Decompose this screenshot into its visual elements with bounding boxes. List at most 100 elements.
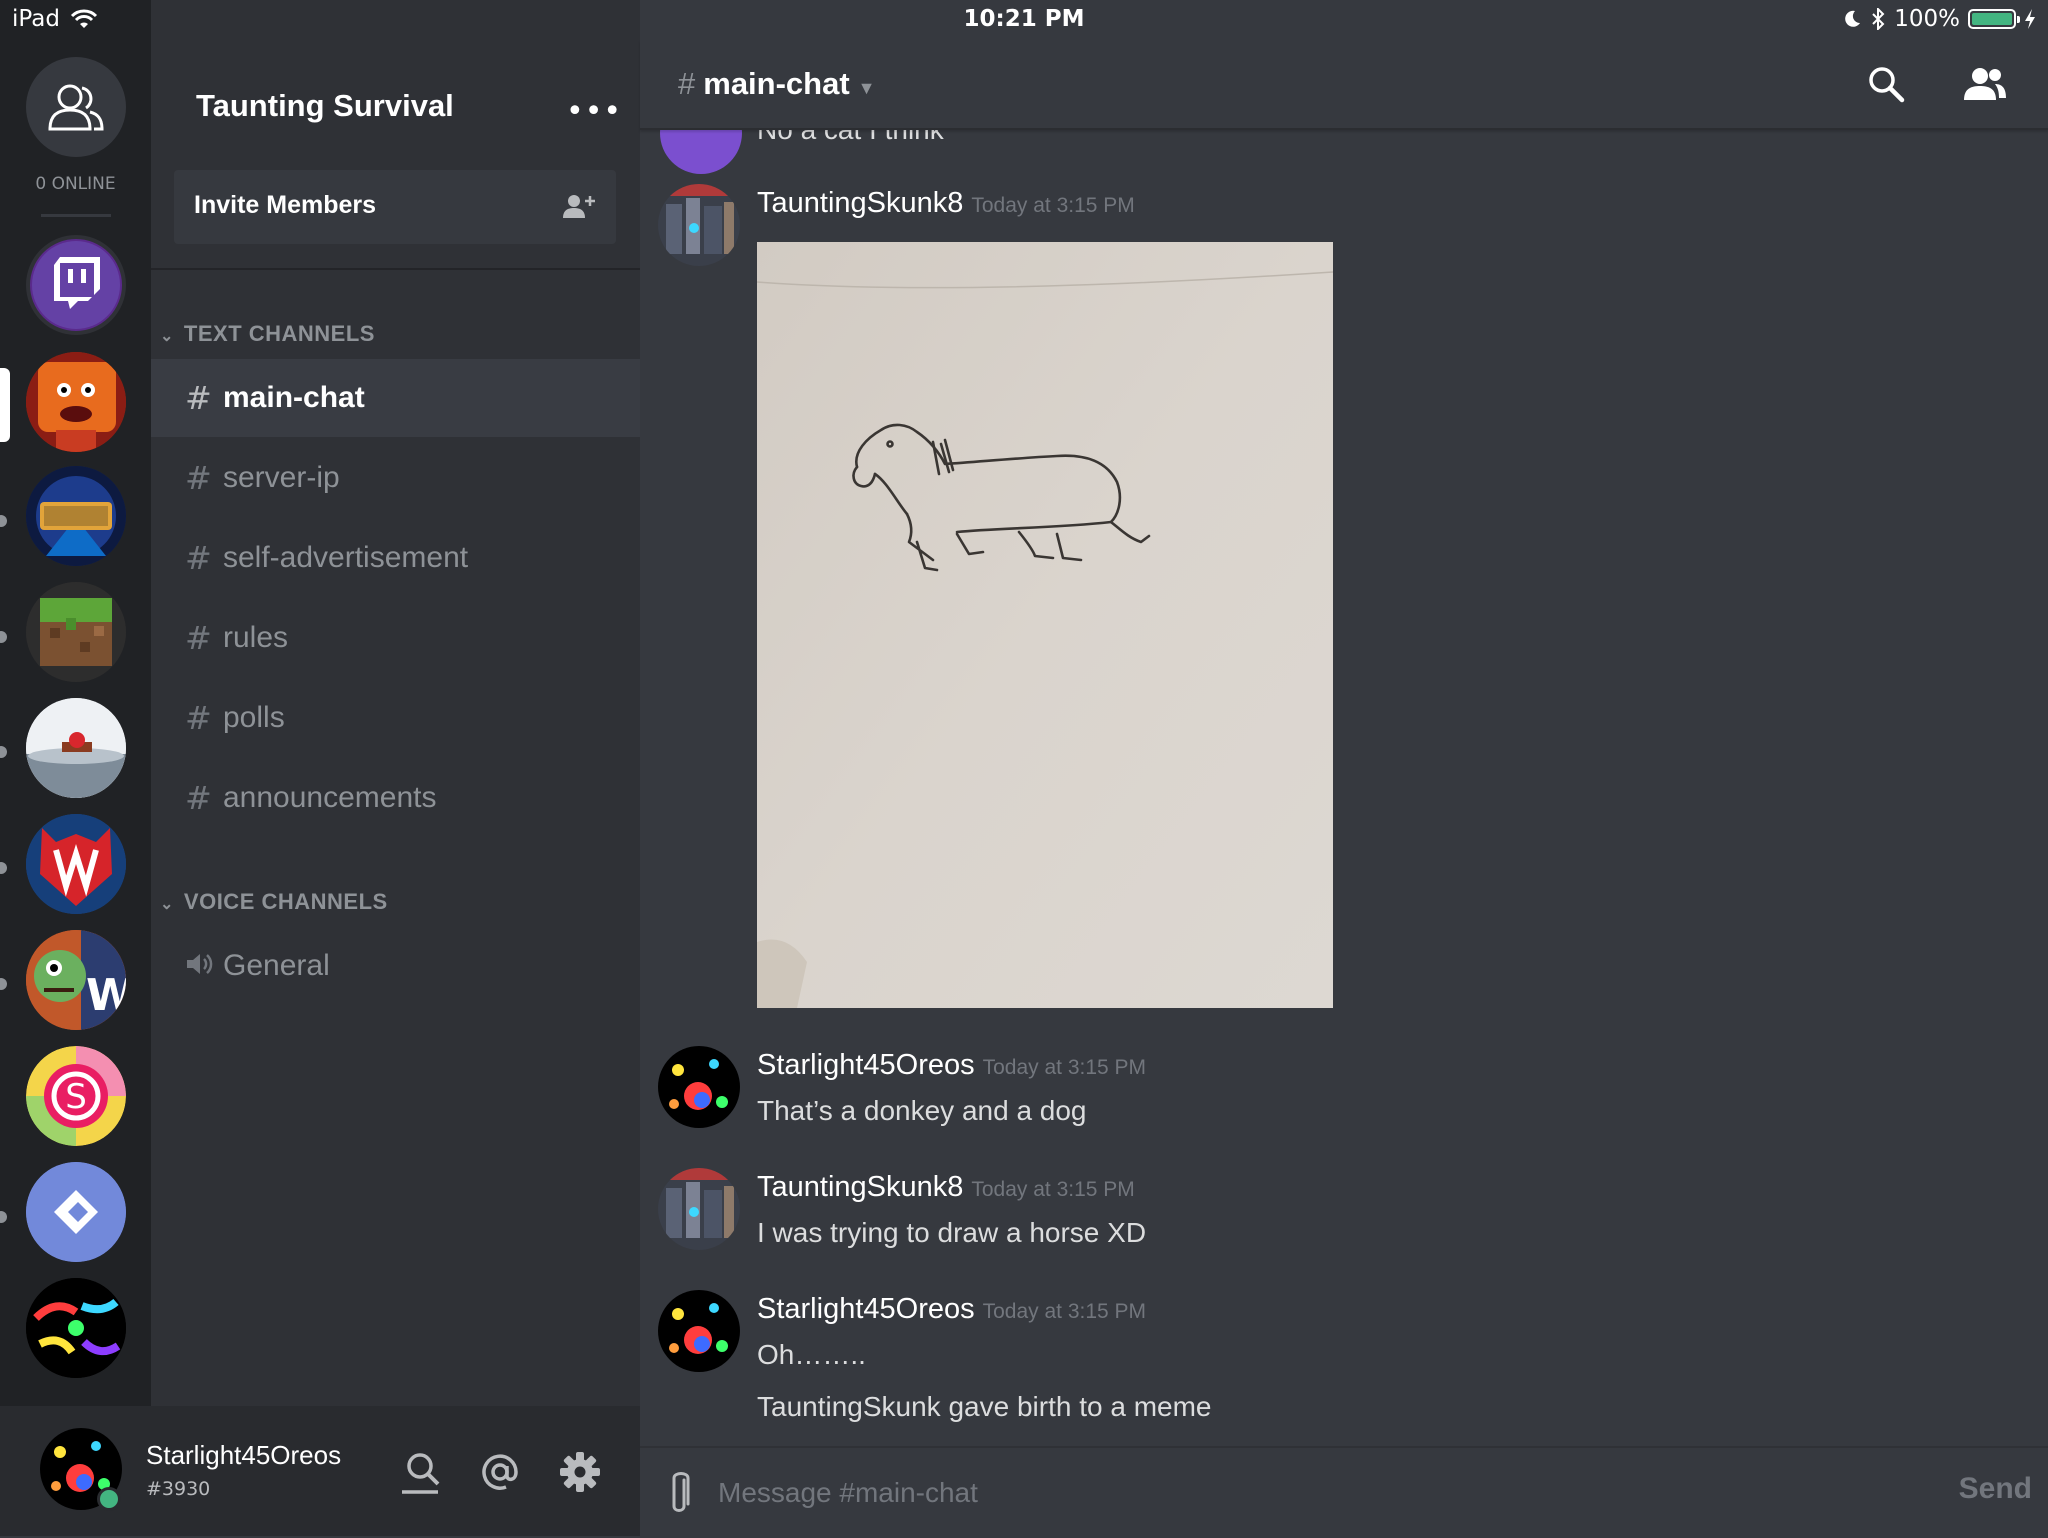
members-icon[interactable] <box>1962 64 2008 104</box>
channel-name: General <box>223 949 330 982</box>
guild-w[interactable]: W <box>26 930 126 1030</box>
guild-s[interactable]: S <box>26 1046 126 1146</box>
channel-name: self-advertisement <box>223 541 469 574</box>
server-menu-button[interactable]: ••• <box>566 94 622 129</box>
rail-divider <box>41 214 111 217</box>
voice-channels-label: VOICE CHANNELS <box>183 889 388 914</box>
mentions-icon[interactable] <box>476 1448 524 1496</box>
invite-members-button[interactable]: Invite Members <box>174 170 616 244</box>
hash-icon: # <box>185 619 212 657</box>
hash-icon: # <box>185 379 212 417</box>
status-time: 10:21 PM <box>963 6 1085 32</box>
message-input[interactable] <box>716 1470 1880 1516</box>
sidebar-divider <box>151 268 640 270</box>
arrow-logo-icon <box>26 1162 126 1262</box>
chevron-down-icon: ▼ <box>857 78 876 98</box>
channel-name: rules <box>223 621 289 654</box>
clouds-icon <box>26 698 126 798</box>
guild-official-server[interactable] <box>26 466 126 566</box>
official-server-icon <box>26 466 126 566</box>
s-logo-icon: S <box>26 1046 126 1146</box>
chevron-down-icon: ⌄ <box>160 328 174 345</box>
message-author[interactable]: TauntingSkunk8 Today at 3:15 PM <box>757 1171 1135 1204</box>
avatar-image <box>658 1046 740 1128</box>
author-name: Starlight45Oreos <box>757 1049 975 1081</box>
channel-title[interactable]: # main-chat ▼ <box>678 66 876 102</box>
invite-members-label: Invite Members <box>194 191 377 219</box>
avatar-image <box>658 1168 740 1250</box>
author-name: TauntingSkunk8 <box>757 1171 964 1203</box>
hash-icon: # <box>185 699 212 737</box>
friends-button[interactable] <box>26 57 126 157</box>
message-text: I was trying to draw a horse XD <box>757 1217 1147 1248</box>
hash-icon: # <box>185 539 212 577</box>
voice-channel-general[interactable]: General <box>151 927 640 1005</box>
hash-icon: # <box>678 66 696 101</box>
grass-block-icon <box>26 582 126 682</box>
message-author[interactable]: Starlight45Oreos Today at 3:15 PM <box>757 1293 1146 1326</box>
zombie-w-icon: W <box>26 930 126 1030</box>
chevron-down-icon: ⌄ <box>160 896 174 913</box>
guild-minecraft[interactable] <box>26 582 126 682</box>
guild-twitch[interactable] <box>26 235 126 335</box>
avatar[interactable] <box>658 184 740 266</box>
guild-rainbow[interactable] <box>26 1278 126 1378</box>
horse-drawing-image <box>757 242 1333 1008</box>
text-channels-label: TEXT CHANNELS <box>183 321 375 346</box>
paperclip-icon[interactable] <box>664 1470 694 1518</box>
status-bar: iPad 10:21 PM 100% <box>0 0 2048 40</box>
hash-icon: # <box>185 459 212 497</box>
channel-announcements[interactable]: # announcements <box>151 759 640 837</box>
channel-title-text: main-chat <box>703 66 850 101</box>
moon-icon <box>1845 10 1861 27</box>
charging-icon <box>2025 9 2035 29</box>
channel-main-chat[interactable]: # main-chat <box>151 359 640 437</box>
guild-arrow[interactable] <box>26 1162 126 1262</box>
avatar-image <box>658 184 740 266</box>
author-name: Starlight45Oreos <box>757 1293 975 1325</box>
twitch-icon <box>32 241 120 329</box>
avatar[interactable] <box>658 1046 740 1128</box>
avatar[interactable] <box>658 1168 740 1250</box>
message-timestamp: Today at 3:15 PM <box>982 1056 1147 1079</box>
author-name: TauntingSkunk8 <box>757 187 964 219</box>
message-author[interactable]: Starlight45Oreos Today at 3:15 PM <box>757 1049 1146 1082</box>
server-name[interactable]: Taunting Survival <box>196 88 454 124</box>
message-timestamp: Today at 3:15 PM <box>982 1300 1147 1323</box>
speaker-icon <box>185 947 223 985</box>
settings-gear-icon[interactable] <box>556 1448 604 1496</box>
voice-channels-category[interactable]: ⌄ VOICE CHANNELS <box>160 889 388 915</box>
av-logo-icon <box>26 814 126 914</box>
selected-guild-indicator <box>0 368 10 442</box>
user-discriminator: #3930 <box>146 1478 211 1500</box>
message-text: That’s a donkey and a dog <box>757 1095 1087 1126</box>
message-timestamp: Today at 3:15 PM <box>971 194 1135 217</box>
guild-av[interactable] <box>26 814 126 914</box>
battery-percent: 100% <box>1894 6 1960 32</box>
send-button[interactable]: Send <box>1959 1472 2032 1506</box>
search-user-icon[interactable] <box>396 1448 444 1496</box>
message-text: TauntingSkunk gave birth to a meme <box>757 1391 1212 1422</box>
avatar[interactable] <box>658 1290 740 1372</box>
orange-character-icon <box>26 352 126 452</box>
message-text: Oh…….. <box>757 1339 866 1370</box>
image-attachment[interactable] <box>757 242 1333 1008</box>
text-channels-category[interactable]: ⌄ TEXT CHANNELS <box>160 321 375 347</box>
channel-self-advertisement[interactable]: # self-advertisement <box>151 519 640 597</box>
avatar-image <box>658 1290 740 1372</box>
svg-text:S: S <box>65 1077 87 1117</box>
channel-polls[interactable]: # polls <box>151 679 640 757</box>
channel-name: polls <box>223 701 285 734</box>
channel-name: announcements <box>223 781 437 814</box>
message-timestamp: Today at 3:15 PM <box>971 1178 1135 1201</box>
friends-icon <box>48 84 104 131</box>
message-author[interactable]: TauntingSkunk8 Today at 3:15 PM <box>757 187 1135 220</box>
channel-rules[interactable]: # rules <box>151 599 640 677</box>
guild-taunting-survival[interactable] <box>26 352 126 452</box>
guild-clouds[interactable] <box>26 698 126 798</box>
search-icon[interactable] <box>1866 64 1906 104</box>
hash-icon: # <box>185 779 212 817</box>
add-user-icon <box>563 195 595 218</box>
battery-icon <box>1968 9 2020 29</box>
channel-server-ip[interactable]: # server-ip <box>151 439 640 517</box>
